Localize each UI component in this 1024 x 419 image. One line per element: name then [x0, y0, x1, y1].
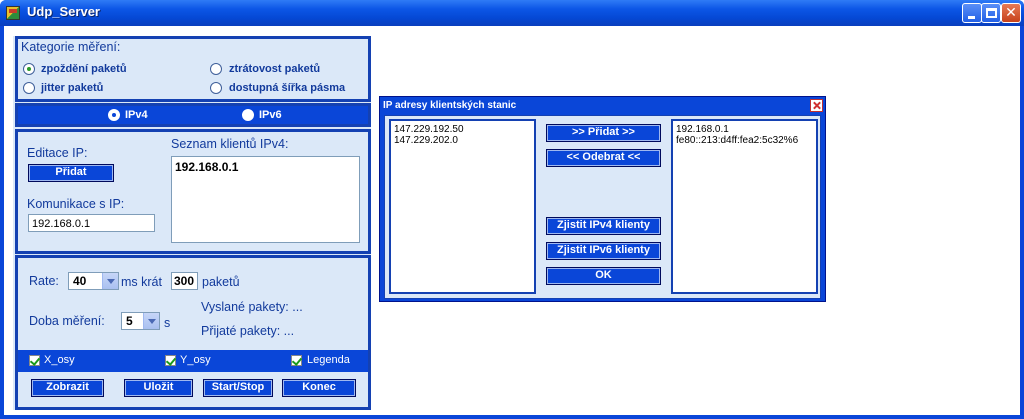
- find-ipv4-button[interactable]: Zjistit IPv4 klienty: [546, 217, 661, 235]
- packet-count-input[interactable]: 300: [171, 272, 198, 290]
- maximize-button[interactable]: [981, 3, 1001, 23]
- radio-ipv6[interactable]: [242, 109, 254, 121]
- list-item[interactable]: 192.168.0.1: [175, 160, 356, 174]
- radio-ipv6-label: IPv6: [259, 109, 282, 121]
- radio-loss[interactable]: [210, 63, 222, 75]
- dialog-title: IP adresy klientských stanic: [380, 97, 825, 114]
- checkbox-x-axis[interactable]: [29, 355, 40, 366]
- clients-list-label: Seznam klientů IPv4:: [171, 137, 289, 151]
- find-ipv6-button[interactable]: Zjistit IPv6 klienty: [546, 242, 661, 260]
- chevron-down-icon[interactable]: [143, 313, 159, 329]
- checkbox-y-axis[interactable]: [165, 355, 176, 366]
- rate-value: 40: [73, 274, 87, 288]
- clients-list[interactable]: 192.168.0.1: [171, 156, 360, 243]
- comm-ip-label: Komunikace s IP:: [27, 197, 125, 211]
- ok-button[interactable]: OK: [546, 267, 661, 285]
- left-panel: Kategorie měření: zpoždění paketů ztráto…: [13, 36, 371, 410]
- radio-jitter-label: jitter paketů: [41, 82, 104, 94]
- measurement-title: Kategorie měření:: [21, 40, 121, 54]
- checkbox-y-axis-label: Y_osy: [180, 354, 211, 366]
- duration-label: Doba měření:: [29, 314, 105, 328]
- dialog-body: 147.229.192.50 147.229.202.0 >> Přidat >…: [384, 115, 821, 299]
- end-button[interactable]: Konec: [282, 379, 356, 397]
- list-item[interactable]: 147.229.202.0: [394, 135, 531, 146]
- window-title: Udp_Server: [27, 4, 100, 19]
- radio-jitter[interactable]: [23, 82, 35, 94]
- list-item[interactable]: 147.229.192.50: [394, 124, 531, 135]
- app-icon: [6, 6, 20, 20]
- ip-edit-group: Editace IP: Přidat Komunikace s IP: 192.…: [15, 129, 371, 254]
- checkbox-legend[interactable]: [291, 355, 302, 366]
- comm-ip-input[interactable]: 192.168.0.1: [28, 214, 155, 232]
- dialog-close-icon[interactable]: [810, 99, 823, 112]
- minimize-button[interactable]: [962, 3, 982, 23]
- title-bar[interactable]: Udp_Server ✕: [0, 0, 1024, 26]
- list-item[interactable]: 192.168.0.1: [676, 124, 813, 135]
- radio-ipv4[interactable]: [108, 109, 120, 121]
- radio-ipv4-label: IPv4: [125, 109, 148, 121]
- client-ip-dialog: IP adresy klientských stanic 147.229.192…: [379, 96, 826, 302]
- add-client-button[interactable]: >> Přidat >>: [546, 124, 661, 142]
- add-ip-button[interactable]: Přidat: [28, 164, 114, 182]
- selected-clients-list[interactable]: 192.168.0.1 fe80::213:d4ff:fea2:5c32%6: [671, 119, 818, 294]
- minimize-icon: [968, 16, 975, 19]
- rate-group: Rate: 40 ms krát 300 paketů Vyslané pake…: [15, 255, 371, 410]
- radio-delay[interactable]: [23, 63, 35, 75]
- checkbox-x-axis-label: X_osy: [44, 354, 75, 366]
- packets-label: paketů: [202, 275, 240, 289]
- ms-label: ms krát: [121, 275, 162, 289]
- show-button[interactable]: Zobrazit: [31, 379, 104, 397]
- radio-bandwidth[interactable]: [210, 82, 222, 94]
- duration-select[interactable]: 5: [121, 312, 160, 330]
- available-clients-list[interactable]: 147.229.192.50 147.229.202.0: [389, 119, 536, 294]
- radio-delay-label: zpoždění paketů: [41, 63, 127, 75]
- remove-client-button[interactable]: << Odebrat <<: [546, 149, 661, 167]
- list-item[interactable]: fe80::213:d4ff:fea2:5c32%6: [676, 135, 813, 146]
- ip-version-group: IPv4 IPv6: [15, 103, 371, 127]
- save-button[interactable]: Uložit: [124, 379, 193, 397]
- checkbox-legend-label: Legenda: [307, 354, 350, 366]
- rate-select[interactable]: 40: [68, 272, 119, 290]
- edit-ip-label: Editace IP:: [27, 146, 88, 160]
- radio-loss-label: ztrátovost paketů: [229, 63, 321, 75]
- start-stop-button[interactable]: Start/Stop: [203, 379, 273, 397]
- sent-packets-label: Vyslané pakety: ...: [201, 300, 303, 314]
- maximize-icon: [986, 8, 997, 18]
- chevron-down-icon[interactable]: [102, 273, 118, 289]
- rate-label: Rate:: [29, 274, 59, 288]
- duration-unit: s: [164, 316, 171, 330]
- close-button[interactable]: ✕: [1001, 3, 1021, 23]
- radio-bandwidth-label: dostupná šířka pásma: [229, 82, 346, 94]
- close-icon: ✕: [1005, 5, 1017, 21]
- measurement-group: Kategorie měření: zpoždění paketů ztráto…: [15, 36, 371, 102]
- duration-value: 5: [126, 314, 133, 328]
- axis-options-bar: X_osy Y_osy Legenda: [18, 350, 368, 372]
- received-packets-label: Přijaté pakety: ...: [201, 324, 295, 338]
